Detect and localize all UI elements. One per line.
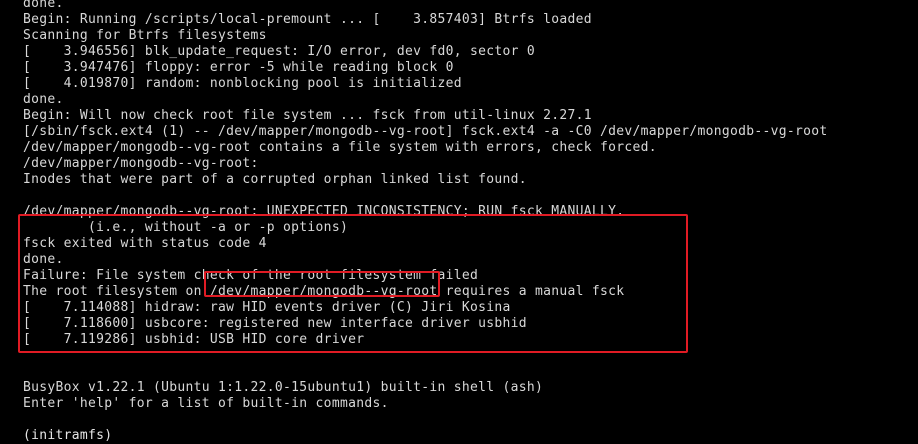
console-line: [ 3.947476] floppy: error -5 while readi… [23,60,454,75]
console-line: [ 7.119286] usbhid: USB HID core driver [23,332,365,347]
console-line: [ 3.946556] blk_update_request: I/O erro… [23,44,535,59]
console-line: (i.e., without -a or -p options) [23,220,349,235]
console-line: The root filesystem on /dev/mapper/mongo… [23,284,625,299]
shell-prompt[interactable]: (initramfs) [23,428,913,444]
console-line: /dev/mapper/mongodb--vg-root: UNEXPECTED… [23,204,625,219]
console-line: Inodes that were part of a corrupted orp… [23,172,527,187]
console-line: /dev/mapper/mongodb--vg-root: [23,156,259,171]
console-line: fsck exited with status code 4 [23,236,267,251]
console-line: Enter 'help' for a list of built-in comm… [23,396,389,411]
console-line: BusyBox v1.22.1 (Ubuntu 1:1.22.0-15ubunt… [23,380,544,395]
console-line: Scanning for Btrfs filesystems [23,28,267,43]
console-line: done. [23,252,64,267]
console-line: /dev/mapper/mongodb--vg-root contains a … [23,140,657,155]
console-line: done. [23,92,64,107]
console-line: Failure: File system check of the root f… [23,268,479,283]
console-line: Begin: Will now check root file system .… [23,108,592,123]
console-line: done. [23,0,64,11]
console-line: [/sbin/fsck.ext4 (1) -- /dev/mapper/mong… [23,124,828,139]
console-line: [ 7.114088] hidraw: raw HID events drive… [23,300,511,315]
console-line: Begin: Running /scripts/local-premount .… [23,12,592,27]
console-line: [ 7.118600] usbcore: registered new inte… [23,316,527,331]
console-line: [ 4.019870] random: nonblocking pool is … [23,76,462,91]
terminal-console[interactable]: done. Begin: Running /scripts/local-prem… [23,0,913,444]
